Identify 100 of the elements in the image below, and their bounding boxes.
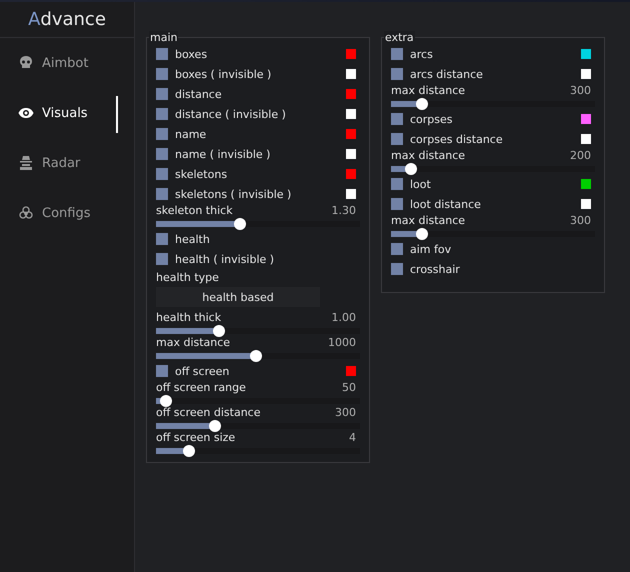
slider-thumb[interactable] bbox=[416, 228, 428, 240]
slider-track[interactable] bbox=[391, 166, 595, 172]
checkbox[interactable] bbox=[156, 253, 168, 265]
checkbox-label: crosshair bbox=[410, 262, 461, 276]
slider-track[interactable] bbox=[391, 101, 595, 107]
slider-value: 200 bbox=[570, 149, 591, 163]
checkbox[interactable] bbox=[156, 168, 168, 180]
color-swatch[interactable] bbox=[581, 114, 591, 124]
slider-value: 4 bbox=[349, 431, 356, 445]
checkbox[interactable] bbox=[156, 128, 168, 140]
checkbox[interactable] bbox=[391, 198, 403, 210]
biohazard-icon bbox=[18, 205, 34, 221]
slider-value: 1.00 bbox=[332, 311, 356, 325]
checkbox[interactable] bbox=[156, 365, 168, 377]
color-swatch[interactable] bbox=[346, 109, 356, 119]
checkbox-label: loot distance bbox=[410, 198, 482, 210]
color-swatch[interactable] bbox=[346, 129, 356, 139]
sidebar-item[interactable]: Configs bbox=[0, 188, 134, 238]
slider-thumb[interactable] bbox=[160, 395, 172, 407]
checkbox-label: corpses distance bbox=[410, 132, 504, 146]
checkbox[interactable] bbox=[156, 48, 168, 60]
slider-thumb[interactable] bbox=[416, 98, 428, 110]
slider-track[interactable] bbox=[156, 448, 360, 454]
slider-label: off screen size bbox=[156, 431, 236, 445]
slider-label: skeleton thick bbox=[156, 204, 233, 218]
slider-thumb[interactable] bbox=[209, 420, 222, 432]
color-swatch[interactable] bbox=[581, 179, 591, 189]
slider-thumb[interactable] bbox=[213, 325, 226, 337]
checkbox[interactable] bbox=[391, 178, 403, 190]
slider-track[interactable] bbox=[391, 231, 595, 237]
checkbox-label: off screen bbox=[175, 364, 230, 378]
slider-thumb[interactable] bbox=[405, 163, 418, 175]
group-title: main bbox=[149, 31, 178, 44]
checkbox-label: loot bbox=[410, 178, 432, 190]
color-swatch[interactable] bbox=[346, 366, 356, 376]
combo-label: health type bbox=[156, 271, 220, 285]
checkbox-label: skeletons bbox=[175, 168, 228, 180]
slider-label: max distance bbox=[391, 84, 466, 98]
color-swatch[interactable] bbox=[346, 49, 356, 59]
color-swatch[interactable] bbox=[346, 69, 356, 79]
checkbox-label: corpses bbox=[410, 112, 454, 126]
slider-label: health thick bbox=[156, 311, 222, 325]
checkbox-label: distance bbox=[175, 88, 223, 100]
color-swatch[interactable] bbox=[346, 89, 356, 99]
checkbox-label: arcs bbox=[410, 48, 434, 60]
checkbox[interactable] bbox=[391, 243, 403, 255]
slider-label: max distance bbox=[156, 336, 230, 350]
color-swatch[interactable] bbox=[346, 169, 356, 179]
checkbox[interactable] bbox=[156, 68, 168, 80]
checkbox[interactable] bbox=[391, 133, 403, 145]
slider-value: 300 bbox=[570, 84, 591, 98]
slider-value: 1.30 bbox=[332, 204, 356, 218]
color-swatch[interactable] bbox=[581, 134, 591, 144]
eye-icon bbox=[18, 105, 34, 121]
slider-label: max distance bbox=[391, 214, 466, 228]
group-title: extra bbox=[384, 31, 415, 44]
slider-value: 1000 bbox=[328, 336, 356, 350]
slider-track[interactable] bbox=[156, 353, 360, 359]
sidebar-item[interactable]: Visuals bbox=[0, 88, 134, 138]
checkbox-label: boxes bbox=[175, 48, 208, 60]
checkbox[interactable] bbox=[156, 233, 168, 245]
slider-thumb[interactable] bbox=[234, 218, 246, 230]
checkbox-label: distance ( invisible ) bbox=[175, 108, 287, 120]
logo: Advance bbox=[0, 2, 134, 38]
checkbox-label: aim fov bbox=[410, 242, 452, 256]
slider-track[interactable] bbox=[156, 398, 360, 404]
checkbox-label: health ( invisible ) bbox=[175, 252, 276, 266]
slider-track[interactable] bbox=[156, 423, 360, 429]
sidebar-item[interactable]: Aimbot bbox=[0, 38, 134, 88]
checkbox[interactable] bbox=[156, 148, 168, 160]
dropdown[interactable]: health based bbox=[156, 287, 320, 307]
checkbox-label: arcs distance bbox=[410, 68, 484, 80]
checkbox[interactable] bbox=[391, 48, 403, 60]
checkbox-label: boxes ( invisible ) bbox=[175, 68, 272, 80]
checkbox-label: skeletons ( invisible ) bbox=[175, 188, 292, 200]
checkbox[interactable] bbox=[156, 108, 168, 120]
checkbox[interactable] bbox=[391, 113, 403, 125]
slider-label: off screen range bbox=[156, 381, 246, 395]
slider-label: off screen distance bbox=[156, 406, 260, 420]
slider-thumb[interactable] bbox=[182, 445, 195, 457]
slider-track[interactable] bbox=[156, 221, 360, 227]
checkbox[interactable] bbox=[391, 263, 403, 275]
slider-track[interactable] bbox=[156, 328, 360, 334]
checkbox[interactable] bbox=[156, 188, 168, 200]
slider-value: 300 bbox=[570, 214, 591, 228]
color-swatch[interactable] bbox=[581, 69, 591, 79]
color-swatch[interactable] bbox=[581, 199, 591, 209]
color-swatch[interactable] bbox=[581, 49, 591, 59]
checkbox-label: health bbox=[175, 232, 211, 246]
checkbox-label: name ( invisible ) bbox=[175, 148, 272, 160]
checkbox-label: name bbox=[175, 128, 208, 140]
checkbox[interactable] bbox=[391, 68, 403, 80]
slider-thumb[interactable] bbox=[250, 350, 262, 362]
checkbox[interactable] bbox=[156, 88, 168, 100]
skull-icon bbox=[18, 55, 34, 71]
slider-value: 300 bbox=[335, 406, 356, 420]
color-swatch[interactable] bbox=[346, 149, 356, 159]
color-swatch[interactable] bbox=[346, 189, 356, 199]
sidebar-item[interactable]: Radar bbox=[0, 138, 134, 188]
slider-label: max distance bbox=[391, 149, 466, 163]
